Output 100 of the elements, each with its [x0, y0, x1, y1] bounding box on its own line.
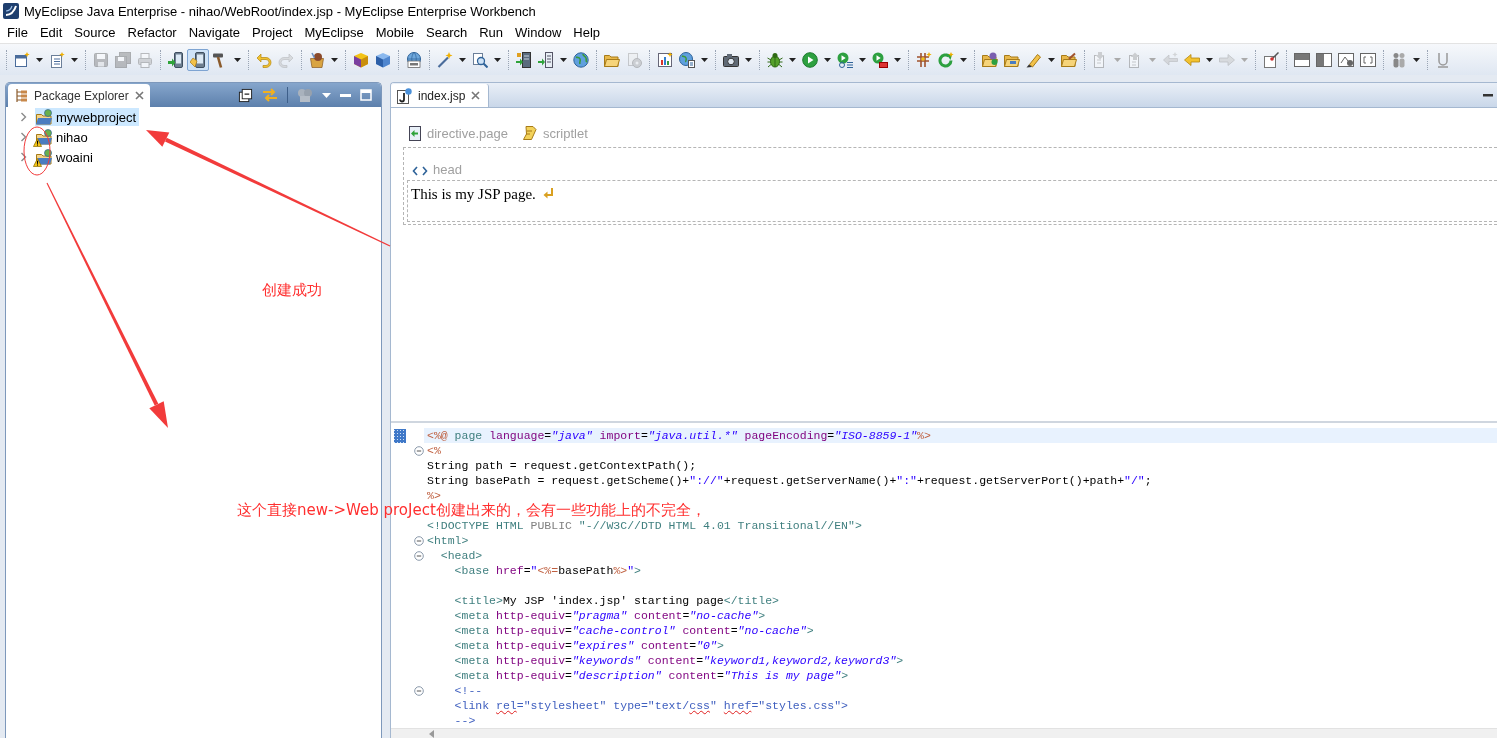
dropdown-caret-icon[interactable] — [459, 57, 466, 62]
horizontal-scrollbar[interactable] — [391, 728, 1497, 738]
dropdown-caret-icon[interactable] — [71, 57, 78, 62]
tree-item[interactable]: woaini — [35, 148, 96, 166]
code-line: %> — [426, 488, 441, 503]
dropdown-caret-icon[interactable] — [824, 57, 831, 62]
menu-item[interactable]: MyEclipse — [298, 24, 370, 41]
code-line: String basePath = request.getScheme()+"://"+request.getServerName()+":"+request.getServerPort()+path+"/"; — [426, 473, 1152, 488]
save-icon — [93, 51, 109, 68]
refresh-icon — [938, 51, 954, 68]
menu-item[interactable]: Search — [420, 24, 474, 41]
left-arrow-icon — [1162, 51, 1178, 68]
code-line: <html> — [426, 533, 469, 548]
globe-document-icon — [679, 51, 695, 68]
close-icon[interactable] — [471, 91, 481, 100]
code-brackets-icon — [412, 165, 428, 177]
annotation-text: 这个直接new->Web proJect创建出来的，会有一些功能上的不完全， — [237, 503, 706, 518]
hooked-arrow-icon — [256, 51, 272, 68]
menu-item[interactable]: Run — [473, 24, 510, 41]
dropdown-caret-icon[interactable] — [1048, 57, 1055, 62]
dropdown-caret-icon[interactable] — [36, 57, 43, 62]
play-icon — [802, 51, 818, 68]
collapse-all-icon[interactable] — [238, 87, 253, 103]
fold-icon[interactable] — [414, 445, 424, 456]
folder-globe-icon — [982, 51, 998, 68]
dropdown-caret-icon[interactable] — [494, 57, 501, 62]
menu-item[interactable]: Help — [567, 24, 607, 41]
hooked-arrow-icon — [278, 51, 294, 68]
menu-item[interactable]: Project — [246, 24, 299, 41]
server-arrow-icon — [538, 51, 554, 68]
server-icon — [516, 51, 532, 68]
maximize-icon[interactable] — [360, 89, 372, 101]
folder-icon — [1061, 51, 1077, 68]
code-line: <head> — [439, 548, 483, 563]
design-label: scriptlet — [542, 126, 588, 141]
code-line: <!-- — [453, 683, 483, 698]
annotation-text: 创建成功 — [262, 281, 322, 299]
cube-icon — [353, 51, 369, 68]
menu-item[interactable]: Mobile — [369, 24, 421, 41]
editor-tab[interactable]: index.jsp — [391, 84, 490, 107]
camera-icon — [723, 51, 739, 68]
layout-icon — [1338, 51, 1354, 68]
layout-icon — [1316, 51, 1332, 68]
hierarchy-icon — [14, 88, 28, 103]
dropdown-caret-icon[interactable] — [745, 57, 752, 62]
dropdown-caret-icon[interactable] — [1206, 57, 1213, 62]
globe-icon — [573, 51, 589, 68]
people-icon — [1391, 51, 1407, 68]
code-line: <link rel="stylesheet" type="text/css" href="styles.css"> — [453, 698, 849, 713]
dropdown-caret-icon[interactable] — [560, 57, 567, 62]
tree-item[interactable]: mywebproject — [35, 108, 140, 126]
menu-item[interactable]: Window — [509, 24, 568, 41]
scroll-left-icon[interactable] — [429, 729, 434, 738]
right-arrow-icon — [1219, 51, 1235, 68]
dropdown-caret-icon[interactable] — [701, 57, 708, 62]
code-line: <meta http-equiv="cache-control" content="no-cache"> — [453, 623, 814, 638]
fold-icon[interactable] — [414, 550, 424, 561]
phone-icon — [168, 51, 184, 68]
menu-item[interactable]: Edit — [33, 24, 69, 41]
window-title: MyEclipse Java Enterprise - nihao/WebRoot/index.jsp - MyEclipse Enterprise Workbench — [24, 3, 536, 19]
menu-item[interactable]: File — [1, 24, 34, 41]
code-line: <!DOCTYPE HTML PUBLIC "-//W3C//DTD HTML 4.01 Transitional//EN"> — [426, 518, 862, 533]
dropdown-caret-icon[interactable] — [331, 57, 338, 62]
chevron-icon[interactable] — [20, 112, 28, 122]
dropdown-caret-icon[interactable] — [1413, 57, 1420, 62]
view-tab[interactable]: Package Explorer — [8, 84, 150, 107]
new-window-icon — [14, 51, 30, 68]
minimize-icon[interactable] — [1483, 93, 1493, 97]
fold-icon[interactable] — [414, 685, 424, 696]
left-arrow-icon — [1184, 51, 1200, 68]
pen-icon — [1026, 51, 1042, 68]
menu-item[interactable]: Refactor — [121, 24, 183, 41]
menu-item[interactable]: Navigate — [182, 24, 246, 41]
dropdown-caret-icon[interactable] — [859, 57, 866, 62]
view-menu-icon[interactable] — [322, 92, 331, 98]
design-label: directive.page — [427, 126, 508, 141]
tree-item[interactable]: nihao — [35, 128, 91, 146]
gear-document-icon — [626, 51, 642, 68]
toolbar-button[interactable] — [187, 48, 209, 71]
layout-icon — [1294, 51, 1310, 68]
chevron-icon[interactable] — [20, 152, 28, 162]
code-line: <meta http-equiv="expires" content="0"> — [453, 638, 724, 653]
globe-badge-icon — [406, 51, 422, 68]
wand-icon — [437, 51, 453, 68]
dropdown-caret-icon[interactable] — [234, 57, 241, 62]
new-list-icon — [49, 51, 65, 68]
play-toolbox-icon — [872, 51, 888, 68]
dropdown-caret-icon[interactable] — [789, 57, 796, 62]
dropdown-caret-icon[interactable] — [960, 57, 967, 62]
chevron-icon[interactable] — [20, 132, 28, 142]
body-text: This is my JSP page. — [411, 185, 536, 203]
close-icon[interactable] — [134, 91, 144, 100]
code-line: --> — [453, 713, 476, 728]
menu-item[interactable]: Source — [68, 24, 122, 41]
code-line: <base href="<%=basePath%>"> — [453, 563, 641, 578]
fold-icon[interactable] — [414, 535, 424, 546]
code-line: String path = request.getContextPath(); — [426, 458, 697, 473]
dropdown-caret-icon[interactable] — [894, 57, 901, 62]
grid-plus-icon — [916, 51, 932, 68]
code-line: <meta http-equiv="pragma" content="no-cache"> — [453, 608, 766, 623]
